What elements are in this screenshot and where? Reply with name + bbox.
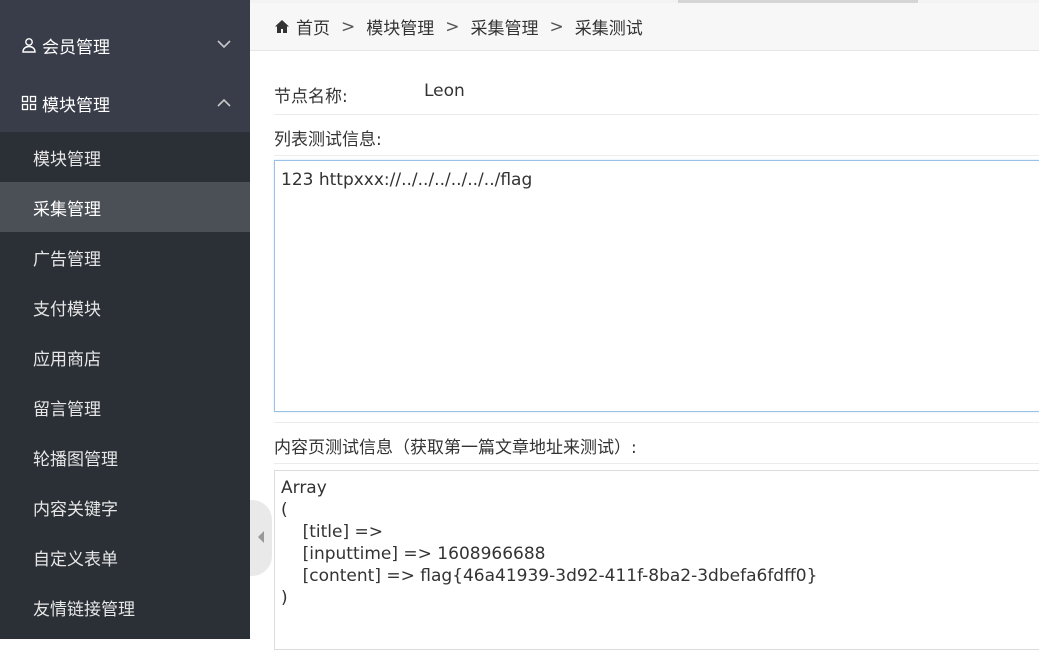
breadcrumb-item[interactable]: 模块管理 bbox=[366, 14, 434, 39]
sidebar-item-label: 轮播图管理 bbox=[33, 449, 118, 470]
caret-left-icon bbox=[256, 529, 266, 548]
sidebar-item-ad-manage[interactable]: 广告管理 bbox=[0, 232, 250, 282]
divider bbox=[274, 422, 1039, 423]
divider bbox=[274, 155, 1039, 156]
sidebar-item-carousel[interactable]: 轮播图管理 bbox=[0, 432, 250, 482]
breadcrumb-separator: > bbox=[341, 16, 356, 37]
sidebar-item-custom-form[interactable]: 自定义表单 bbox=[0, 532, 250, 582]
sidebar-item-label: 广告管理 bbox=[33, 249, 101, 270]
node-name-label: 节点名称: bbox=[274, 87, 348, 107]
node-name-value: Leon bbox=[424, 81, 465, 101]
chevron-down-icon bbox=[216, 36, 232, 52]
sidebar-item-keywords[interactable]: 内容关键字 bbox=[0, 482, 250, 532]
user-icon bbox=[20, 36, 38, 54]
breadcrumb-home[interactable]: 首页 bbox=[296, 14, 330, 39]
sidebar-item-guestbook[interactable]: 留言管理 bbox=[0, 382, 250, 432]
sidebar-item-collect-manage[interactable]: 采集管理 bbox=[0, 182, 250, 232]
content-test-label: 内容页测试信息（获取第一篇文章地址来测试）: bbox=[274, 438, 637, 458]
sidebar-item-module-manage[interactable]: 模块管理 bbox=[0, 132, 250, 182]
divider bbox=[274, 114, 1039, 115]
sidebar-item-app-store[interactable]: 应用商店 bbox=[0, 332, 250, 382]
breadcrumb-current: 采集测试 bbox=[574, 19, 643, 39]
sidebar-item-label: 自定义表单 bbox=[33, 549, 118, 570]
sidebar-item-label: 模块管理 bbox=[33, 149, 101, 170]
sidebar-group-label: 会员管理 bbox=[42, 37, 110, 58]
breadcrumb: 首页 > 模块管理 > 采集管理 > 采集测试 bbox=[250, 3, 1039, 51]
sidebar-item-label: 友情链接管理 bbox=[33, 599, 135, 620]
home-icon bbox=[274, 19, 290, 34]
chevron-up-icon bbox=[216, 95, 232, 111]
sidebar-group-modules[interactable]: 模块管理 bbox=[0, 74, 250, 132]
sidebar-item-label: 留言管理 bbox=[33, 399, 101, 420]
sidebar-item-label: 采集管理 bbox=[33, 199, 101, 220]
sidebar-group-label: 模块管理 bbox=[42, 95, 110, 116]
sidebar-item-label: 应用商店 bbox=[33, 349, 101, 370]
grid-icon bbox=[20, 94, 38, 112]
breadcrumb-separator: > bbox=[549, 16, 564, 37]
sidebar-subnav: 模块管理 采集管理 广告管理 支付模块 应用商店 留言管理 轮播图管理 内容关键… bbox=[0, 132, 250, 639]
sidebar-item-payment-module[interactable]: 支付模块 bbox=[0, 282, 250, 332]
list-test-textarea[interactable]: 123 httpxxx://../../../../../../flag bbox=[274, 160, 1039, 412]
list-test-label: 列表测试信息: bbox=[274, 130, 382, 150]
sidebar-item-label: 内容关键字 bbox=[33, 499, 118, 520]
content-test-output[interactable]: Array ( [title] => [inputtime] => 160896… bbox=[274, 470, 1039, 650]
sidebar: 会员管理 模块管理 模块管理 采集管理 广告管理 支付模块 应用商店 留言管理 … bbox=[0, 0, 250, 639]
breadcrumb-item[interactable]: 采集管理 bbox=[471, 14, 539, 39]
sidebar-collapse-handle[interactable] bbox=[250, 500, 272, 576]
breadcrumb-separator: > bbox=[445, 16, 460, 37]
sidebar-item-friend-links[interactable]: 友情链接管理 bbox=[0, 582, 250, 632]
sidebar-item-label: 支付模块 bbox=[33, 299, 101, 320]
divider bbox=[274, 463, 1039, 464]
